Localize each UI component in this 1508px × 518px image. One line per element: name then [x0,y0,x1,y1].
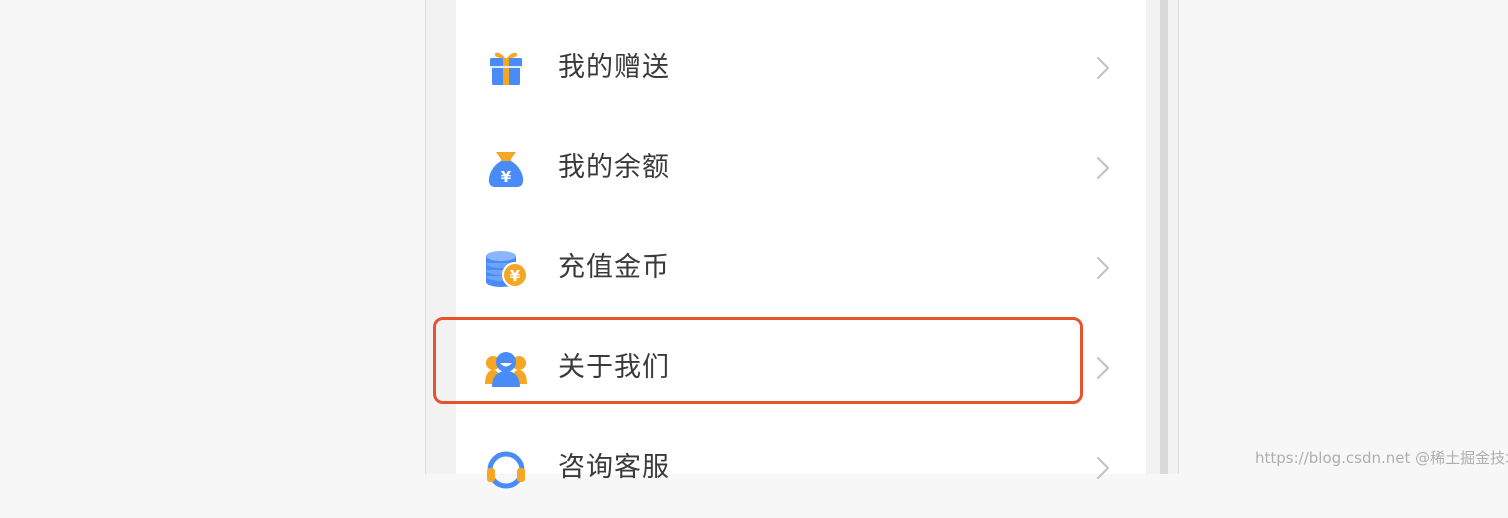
menu-item-label: 我的赠送 [558,52,670,83]
coins-icon: ¥ [484,246,528,290]
chevron-right-icon [1094,455,1112,481]
money-bag-icon: ¥ [484,146,528,190]
gift-icon [484,46,528,90]
highlight-box [433,317,1083,404]
watermark: https://blog.csdn.net @稀土掘金技术社区 [1255,449,1508,467]
menu-item-my-balance[interactable]: ¥ 我的余额 [456,118,1146,218]
menu-item-customer-service[interactable]: 咨询客服 [456,418,1146,518]
menu-item-label: 充值金币 [558,252,670,283]
chevron-right-icon [1094,355,1112,381]
menu-item-label: 咨询客服 [558,452,670,483]
menu-item-label: 我的余额 [558,152,670,183]
chevron-right-icon [1094,255,1112,281]
customer-service-icon [484,446,528,490]
menu-item-recharge-coins[interactable]: ¥ 充值金币 [456,218,1146,318]
scrollbar[interactable] [1160,0,1168,474]
svg-text:¥: ¥ [501,168,512,186]
chevron-right-icon [1094,55,1112,81]
menu-item-my-gifts[interactable]: 我的赠送 [456,18,1146,118]
chevron-right-icon [1094,155,1112,181]
svg-text:¥: ¥ [510,267,521,285]
